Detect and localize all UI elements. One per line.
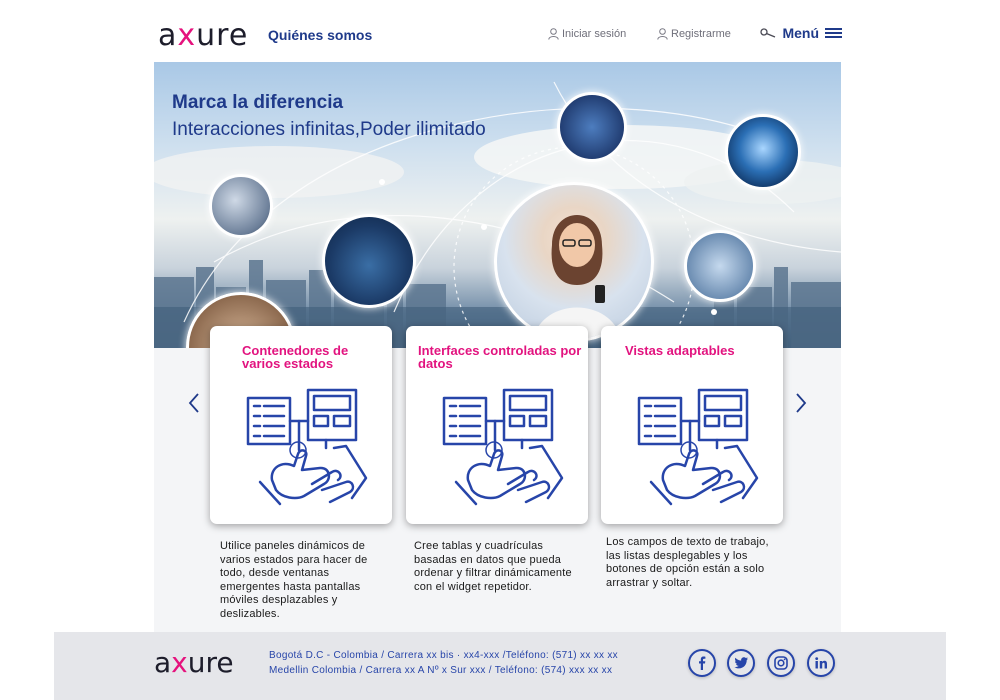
mobile-app-circle — [557, 92, 627, 162]
facebook-icon[interactable] — [688, 649, 716, 677]
address-bogota: Bogotá D.C - Colombia / Carrera xx bis ·… — [269, 650, 618, 661]
card-title: Interfaces controladas por datos — [418, 343, 582, 371]
register-label: Registrarme — [671, 28, 731, 40]
touch-panels-icon — [442, 388, 564, 506]
axure-logo[interactable]: axure — [158, 18, 248, 53]
footer-addresses: Bogotá D.C - Colombia / Carrera xx bis ·… — [269, 648, 618, 678]
address-medellin: Medellin Colombia / Carrera xx A Nº x Su… — [269, 665, 613, 676]
logo-text-a: a — [158, 18, 178, 53]
chevron-right-icon[interactable] — [795, 392, 807, 414]
hero-subtitle: Interacciones infinitas,Poder ilimitado — [172, 119, 486, 140]
login-link[interactable]: Iniciar sesión — [548, 28, 626, 40]
instagram-glyph — [774, 656, 788, 670]
user-icon — [548, 28, 559, 40]
twitter-icon[interactable] — [727, 649, 755, 677]
logo-text-ure: ure — [196, 18, 249, 53]
feature-card-adaptive-views[interactable]: Vistas adaptables — [601, 326, 783, 524]
person-city-circle — [684, 230, 756, 302]
footer-logo[interactable]: axure — [154, 646, 234, 679]
card-description: Cree tablas y cuadrículas basadas en dat… — [414, 540, 572, 593]
woman-phone-photo-circle — [494, 182, 654, 342]
instagram-icon[interactable] — [767, 649, 795, 677]
nav-about-link[interactable]: Quiénes somos — [268, 27, 372, 43]
footer: axure Bogotá D.C - Colombia / Carrera xx… — [54, 632, 946, 700]
linkedin-glyph — [815, 657, 827, 669]
user-icon — [657, 28, 668, 40]
menu-button[interactable]: Menú — [760, 25, 842, 41]
tablet-photo-circle — [209, 174, 273, 238]
logo-text-x: x — [171, 646, 188, 679]
card-title: Contenedores de varios estados — [242, 343, 349, 371]
hero-title: Marca la diferencia — [172, 92, 344, 113]
search-icon — [760, 28, 776, 38]
facebook-glyph — [699, 656, 706, 670]
twitter-glyph — [734, 657, 748, 669]
chevron-left-icon[interactable] — [188, 392, 200, 414]
logo-text-x: x — [177, 18, 197, 53]
woman-figure-illustration — [533, 215, 621, 339]
menu-label: Menú — [782, 25, 819, 41]
globe-circle — [725, 114, 801, 190]
touch-panels-icon — [637, 388, 759, 506]
card-description: Utilice paneles dinámicos de varios esta… — [220, 540, 368, 620]
logo-text-a: a — [154, 646, 172, 679]
logo-text-ure: ure — [187, 646, 234, 679]
team-photo-circle — [322, 214, 416, 308]
card-title: Vistas adaptables — [625, 343, 735, 358]
feature-card-multistate[interactable]: Contenedores de varios estados — [210, 326, 392, 524]
card-description: Los campos de texto de trabajo, las list… — [606, 536, 769, 589]
touch-panels-icon — [246, 388, 368, 506]
feature-card-data-driven[interactable]: Interfaces controladas por datos — [406, 326, 588, 524]
hamburger-icon — [825, 28, 842, 38]
hero-banner: Marca la diferencia Interacciones infini… — [154, 62, 841, 348]
login-label: Iniciar sesión — [562, 28, 627, 40]
linkedin-icon[interactable] — [807, 649, 835, 677]
register-link[interactable]: Registrarme — [657, 28, 731, 40]
